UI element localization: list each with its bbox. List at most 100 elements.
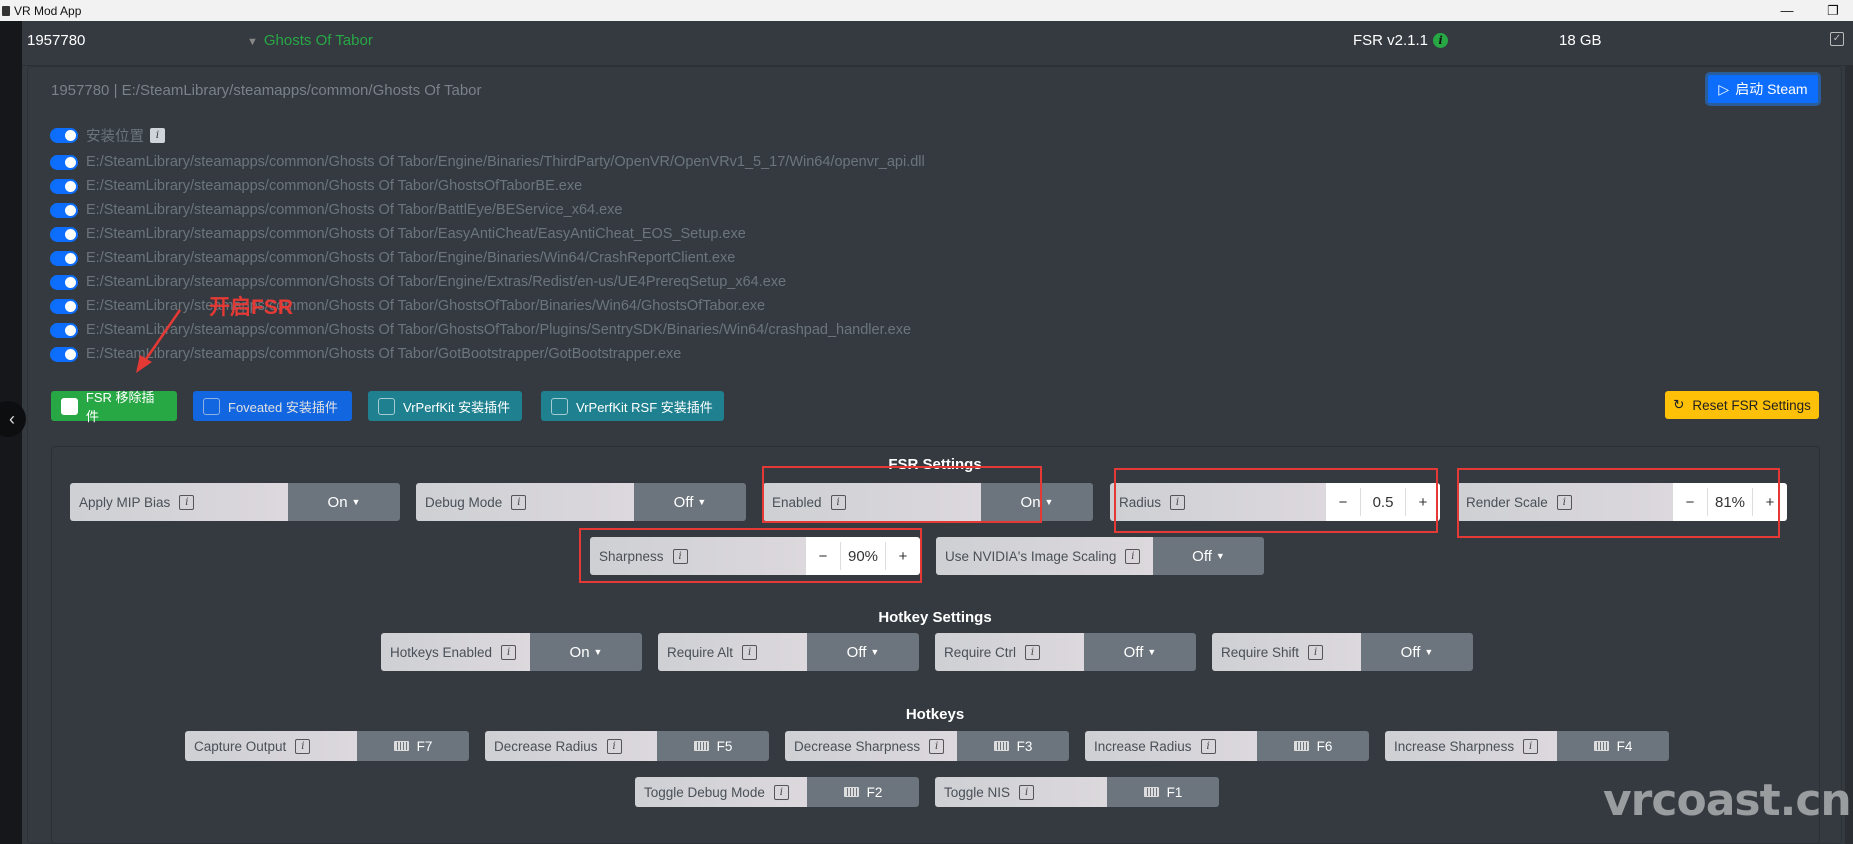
play-icon: ▷ [1718, 80, 1730, 97]
plugin-label: VrPerfKit RSF 安装插件 [576, 399, 713, 415]
foveated-plugin-button[interactable]: Foveated 安装插件 [193, 391, 352, 421]
game-header[interactable]: 1957780 ▼ Ghosts Of Tabor FSR v2.1.1 i 18 … [22, 21, 1853, 66]
hotkey-setting-dropdown[interactable]: Off ▼ [1361, 633, 1473, 671]
path-text: E:/SteamLibrary/steamapps/common/Ghosts … [86, 202, 623, 218]
game-name: Ghosts Of Tabor [263, 32, 373, 49]
hotkey-key-button[interactable]: F1 [1107, 777, 1219, 807]
apply-mip-bias-control: Apply MIP Bias i On ▼ [70, 483, 400, 521]
hotkey-setting-control: Require Alt i Off ▼ [658, 633, 919, 671]
control-label: Require Shift [1221, 644, 1300, 660]
hotkey-key-button[interactable]: F6 [1257, 731, 1369, 761]
annotation-label: 开启FSR [209, 296, 293, 319]
vrperfkit-rsf-plugin-button[interactable]: VrPerfKit RSF 安装插件 [541, 391, 724, 421]
info-icon[interactable]: i [1019, 784, 1035, 800]
info-icon[interactable]: i [1308, 644, 1324, 660]
path-switch[interactable] [50, 226, 78, 242]
hotkey-setting-dropdown[interactable]: Off ▼ [1084, 633, 1196, 671]
watermark: vrcoast.cn [1603, 775, 1852, 826]
dropdown-value: On [569, 643, 590, 661]
collapse-sidebar-button[interactable]: ‹ [0, 401, 26, 437]
info-icon[interactable]: i [929, 738, 945, 754]
reset-fsr-settings-button[interactable]: ↻ Reset FSR Settings [1665, 391, 1819, 419]
info-icon[interactable]: i [1125, 548, 1141, 564]
keyboard-icon [393, 741, 409, 751]
info-icon[interactable]: i [150, 128, 165, 143]
path-text: E:/SteamLibrary/steamapps/common/Ghosts … [86, 226, 746, 242]
path-switch[interactable] [50, 202, 78, 218]
hotkey-control: Decrease Radius i F5 [485, 731, 769, 761]
info-icon[interactable]: i [1200, 738, 1216, 754]
hotkey-setting-dropdown[interactable]: Off ▼ [807, 633, 919, 671]
info-icon[interactable]: i [1025, 644, 1041, 660]
hotkey-setting-dropdown[interactable]: On ▼ [530, 633, 642, 671]
checkbox-icon [551, 397, 568, 415]
info-icon[interactable]: i [179, 494, 195, 510]
path-row: E:/SteamLibrary/steamapps/common/Ghosts … [50, 178, 582, 194]
info-icon[interactable]: i [773, 784, 789, 800]
checkbox-icon [203, 397, 220, 415]
hotkeys-title: Hotkeys [905, 706, 965, 723]
caret-down-icon: ▼ [870, 647, 880, 657]
info-icon[interactable]: i [295, 738, 311, 754]
hotkey-setting-control: Require Ctrl i Off ▼ [935, 633, 1196, 671]
control-label: Debug Mode [425, 494, 503, 510]
control-label: Increase Sharpness [1394, 738, 1515, 754]
keyboard-icon [1593, 741, 1609, 751]
restore-button[interactable]: ❐ [1813, 0, 1853, 21]
keyboard-icon [1143, 787, 1159, 797]
info-icon[interactable]: i [511, 494, 527, 510]
vrperfkit-plugin-button[interactable]: VrPerfKit 安装插件 [368, 391, 522, 421]
path-row: E:/SteamLibrary/steamapps/common/Ghosts … [50, 154, 925, 170]
hotkey-key-button[interactable]: F7 [357, 731, 469, 761]
path-switch[interactable] [50, 322, 78, 338]
control-label: Use NVIDIA's Image Scaling [945, 548, 1117, 564]
info-icon[interactable]: i [1523, 738, 1539, 754]
path-switch[interactable] [50, 346, 78, 362]
path-switch[interactable] [50, 250, 78, 266]
minimize-button[interactable]: — [1767, 0, 1807, 21]
path-switch[interactable] [50, 178, 78, 194]
caret-down-icon: ▼ [593, 647, 603, 657]
info-icon[interactable]: i [742, 644, 758, 660]
path-switch[interactable] [50, 154, 78, 170]
app-icon [2, 5, 10, 16]
keyboard-icon [693, 741, 709, 751]
debug-mode-dropdown[interactable]: Off ▼ [634, 483, 746, 521]
control-label: Require Alt [667, 644, 734, 660]
hotkey-key-button[interactable]: F2 [807, 777, 919, 807]
apply-mip-bias-dropdown[interactable]: On ▼ [288, 483, 400, 521]
hotkey-key: F6 [1316, 738, 1333, 754]
fsr-version-text: FSR v2.1.1 [1353, 32, 1429, 49]
install-location-switch[interactable] [50, 128, 78, 143]
dropdown-value: On [327, 493, 348, 511]
hotkey-key: F5 [716, 738, 733, 754]
caret-down-icon: ▼ [351, 497, 361, 507]
hotkey-key-button[interactable]: F5 [657, 731, 769, 761]
hotkey-key-button[interactable]: F4 [1557, 731, 1669, 761]
hotkey-key: F2 [866, 784, 883, 800]
app-id: 1957780 [27, 32, 86, 49]
info-icon[interactable]: i [606, 738, 622, 754]
path-text: E:/SteamLibrary/steamapps/common/Ghosts … [86, 322, 912, 338]
fsr-version: FSR v2.1.1 i [1353, 32, 1449, 49]
path-switch[interactable] [50, 298, 78, 314]
keyboard-icon [993, 741, 1009, 751]
info-icon[interactable]: i [501, 644, 517, 660]
caret-down-icon: ▼ [1424, 647, 1434, 657]
scrollbar[interactable] [1845, 66, 1853, 844]
dropdown-value: Off [1192, 547, 1212, 565]
info-icon[interactable]: i [1433, 33, 1449, 48]
control-label: Capture Output [194, 738, 287, 754]
checkbox-icon[interactable]: ✓ [1830, 32, 1844, 46]
keyboard-icon [1293, 741, 1309, 751]
game-name-toggle[interactable]: ▼ Ghosts Of Tabor [247, 32, 373, 49]
path-row: E:/SteamLibrary/steamapps/common/Ghosts … [50, 226, 746, 242]
path-text: E:/SteamLibrary/steamapps/common/Ghosts … [86, 250, 736, 266]
path-switch[interactable] [50, 274, 78, 290]
hotkey-key-button[interactable]: F3 [957, 731, 1069, 761]
hotkey-key: F7 [416, 738, 433, 754]
launch-steam-button[interactable]: ▷ 启动 Steam [1705, 72, 1821, 106]
nis-dropdown[interactable]: Off ▼ [1153, 537, 1264, 575]
fsr-plugin-button[interactable]: FSR 移除插件 [51, 390, 177, 424]
path-row: E:/SteamLibrary/steamapps/common/Ghosts … [50, 274, 786, 290]
